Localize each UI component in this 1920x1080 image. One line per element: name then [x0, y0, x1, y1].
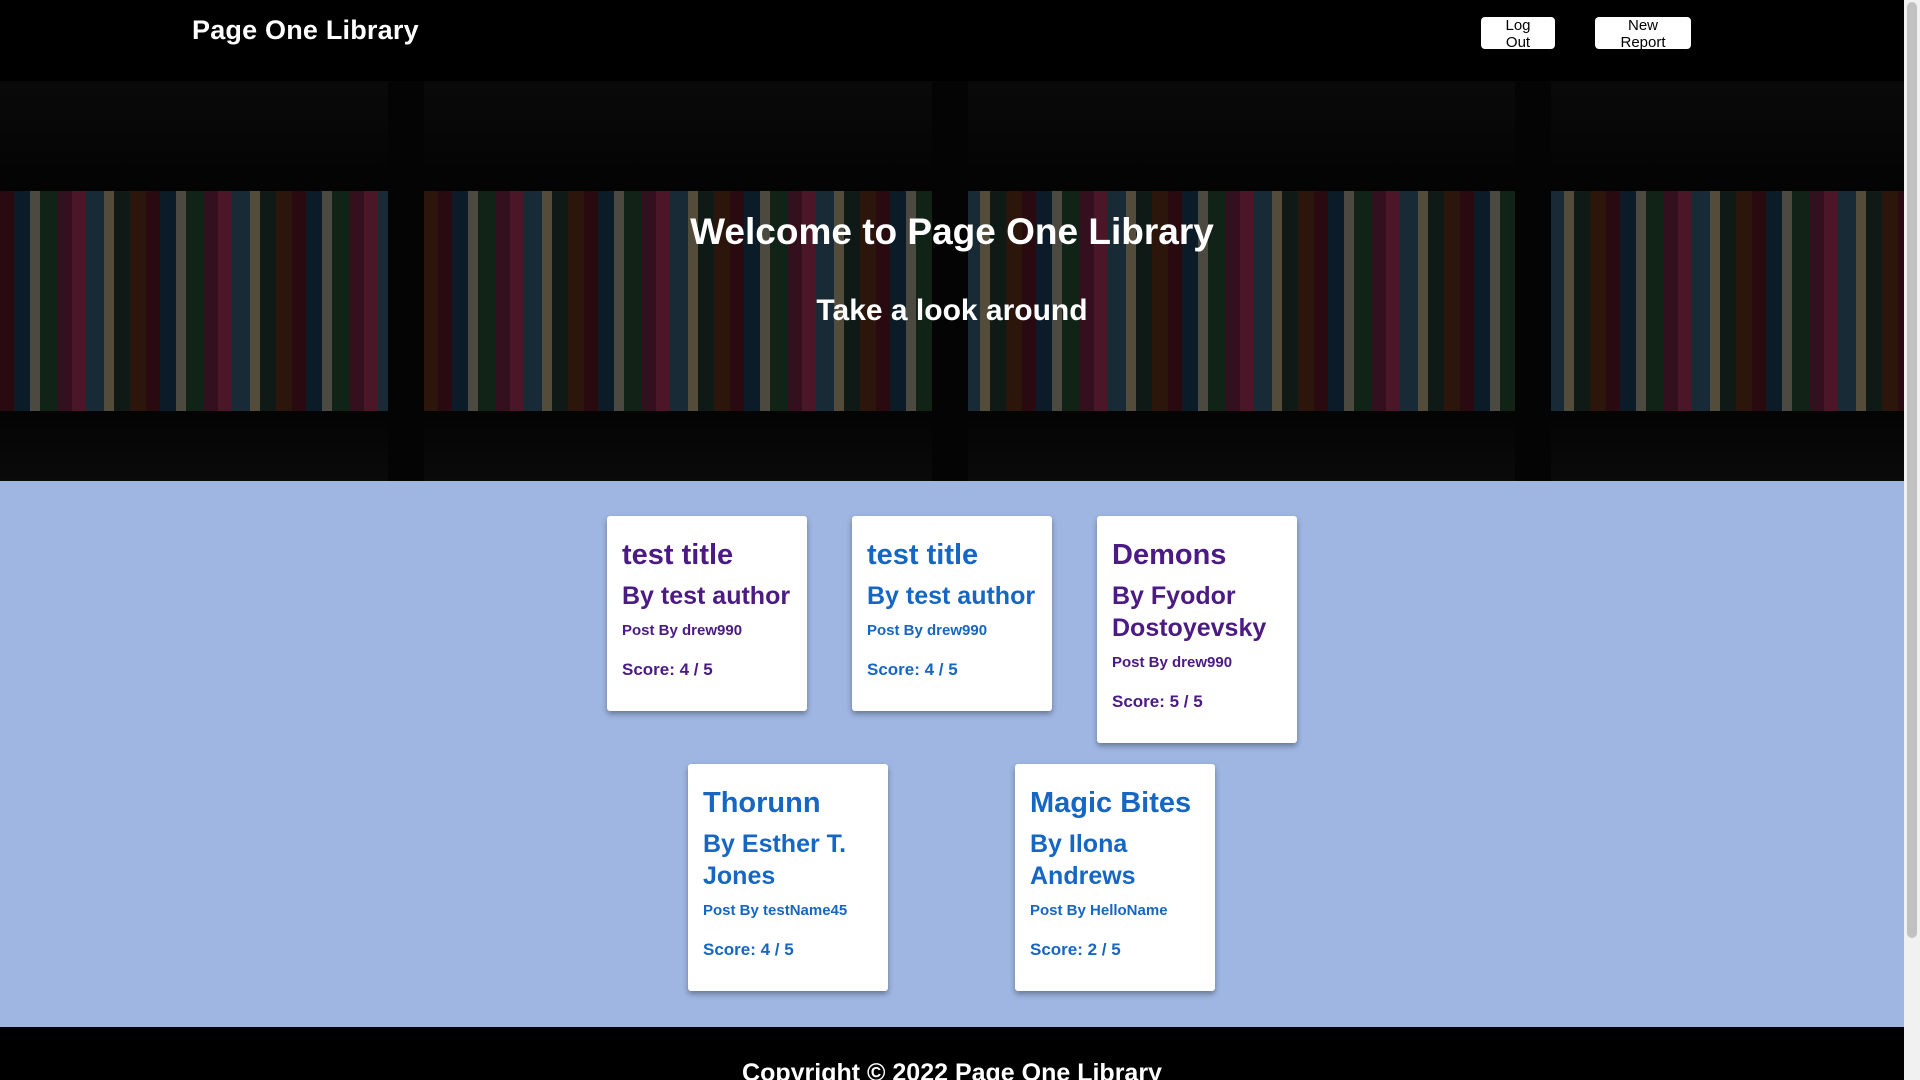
card-score: Score: 4 / 5: [867, 660, 958, 679]
card-poster: Post By testName45: [703, 902, 848, 919]
page-scrollbar[interactable]: [1904, 0, 1920, 1080]
card-author: By test author: [867, 582, 1036, 610]
brand-link[interactable]: Page One Library: [192, 15, 419, 46]
log-out-button[interactable]: Log Out: [1481, 17, 1555, 51]
report-grid: test title By test author Post By drew99…: [0, 481, 1904, 1027]
report-card[interactable]: Magic Bites By Ilona Andrews Post By Hel…: [1015, 764, 1215, 991]
card-title: test title: [867, 539, 979, 571]
report-card[interactable]: Demons By Fyodor Dostoyevsky Post By dre…: [1097, 516, 1297, 743]
card-score: Score: 5 / 5: [1112, 692, 1203, 711]
card-author: By Esther T. Jones: [703, 830, 847, 890]
card-poster: Post By drew990: [867, 622, 988, 639]
report-card[interactable]: test title By test author Post By drew99…: [607, 516, 807, 711]
card-poster: Post By drew990: [622, 622, 743, 639]
hero-title: Welcome to Page One Library: [690, 211, 1214, 252]
report-card[interactable]: Thorunn By Esther T. Jones Post By testN…: [688, 764, 888, 991]
card-title: Demons: [1112, 539, 1227, 571]
hero-subtitle: Take a look around: [816, 294, 1088, 327]
card-author: By Ilona Andrews: [1030, 830, 1136, 890]
card-title: test title: [622, 539, 734, 571]
navbar: Page One Library Log Out New Report: [0, 0, 1904, 81]
card-author: By Fyodor Dostoyevsky: [1112, 582, 1267, 642]
scrollbar-thumb[interactable]: [1907, 2, 1917, 938]
copyright-text: Copyright © 2022 Page One Library: [742, 1059, 1162, 1080]
new-report-button[interactable]: New Report: [1595, 17, 1691, 51]
card-title: Thorunn: [703, 787, 821, 819]
footer: Copyright © 2022 Page One Library: [0, 1027, 1904, 1080]
report-card[interactable]: test title By test author Post By drew99…: [852, 516, 1052, 711]
card-score: Score: 2 / 5: [1030, 940, 1121, 959]
card-score: Score: 4 / 5: [622, 660, 713, 679]
card-poster: Post By drew990: [1112, 654, 1233, 671]
card-score: Score: 4 / 5: [703, 940, 794, 959]
card-title: Magic Bites: [1030, 787, 1192, 819]
card-author: By test author: [622, 582, 791, 610]
card-poster: Post By HelloName: [1030, 902, 1168, 919]
hero-banner: Welcome to Page One Library Take a look …: [0, 81, 1904, 481]
